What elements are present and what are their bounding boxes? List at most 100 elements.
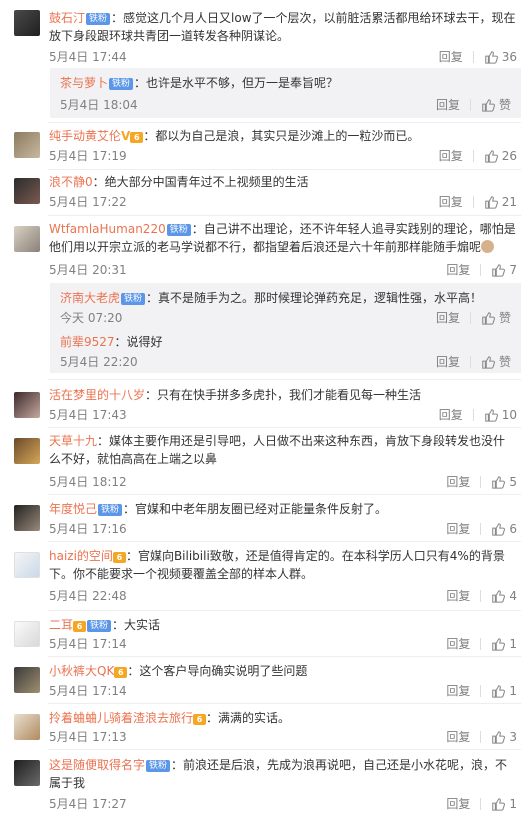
comment-text: ：这个客户导向确实说明了些问题 bbox=[127, 664, 308, 678]
fan-badge: 铁粉 bbox=[87, 620, 112, 632]
divider bbox=[480, 797, 482, 810]
vip-icon: 6 bbox=[193, 714, 207, 725]
avatar[interactable] bbox=[14, 621, 40, 647]
comment-author[interactable]: 鼓石汀 bbox=[49, 11, 85, 25]
comment-author[interactable]: 拎着蛐蛐儿骑着渣浪去旅行 bbox=[49, 711, 193, 725]
thumb-up-icon bbox=[482, 311, 495, 325]
comment-time: 5月4日 17:14 bbox=[49, 637, 127, 651]
like-button[interactable]: 10 bbox=[484, 408, 517, 422]
reply-box: 茶与萝卜 铁粉 ：也许是水平不够，但万一是奉旨呢？ 5月4日 18:04 回复 赞 bbox=[50, 68, 521, 118]
thumb-up-icon bbox=[492, 589, 506, 603]
divider bbox=[48, 122, 521, 123]
thumb-up-icon bbox=[492, 797, 506, 811]
vip-icon: 6 bbox=[73, 621, 87, 632]
like-button[interactable]: 1 bbox=[491, 797, 517, 811]
divider bbox=[472, 50, 474, 63]
comment-author[interactable]: 小秋裤大QK bbox=[49, 664, 114, 678]
comment-time: 5月4日 17:22 bbox=[49, 195, 127, 209]
fan-badge: 铁粉 bbox=[121, 293, 146, 305]
reply-author[interactable]: 茶与萝卜 bbox=[60, 76, 108, 90]
avatar[interactable] bbox=[14, 226, 40, 252]
thumb-up-icon bbox=[484, 408, 498, 422]
reply-button[interactable]: 回复 bbox=[446, 728, 470, 745]
emoji-icon bbox=[481, 240, 495, 253]
thumb-up-icon bbox=[484, 149, 498, 163]
thumb-up-icon bbox=[482, 98, 495, 112]
like-button[interactable]: 26 bbox=[484, 149, 517, 163]
like-count: 7 bbox=[509, 262, 517, 277]
comment-time: 5月4日 17:19 bbox=[49, 149, 127, 163]
like-count: 1 bbox=[509, 796, 517, 811]
reply-button[interactable]: 回复 bbox=[439, 147, 463, 164]
reply-author[interactable]: 前辈9527 bbox=[60, 335, 115, 349]
like-button[interactable]: 赞 bbox=[481, 96, 511, 113]
divider bbox=[472, 195, 474, 208]
like-count: 1 bbox=[509, 683, 517, 698]
reply-button[interactable]: 回复 bbox=[439, 406, 463, 423]
avatar[interactable] bbox=[14, 178, 40, 204]
vip-icon: 6 bbox=[130, 132, 144, 143]
like-button[interactable]: 36 bbox=[484, 50, 517, 64]
like-button[interactable]: 7 bbox=[491, 263, 517, 277]
reply-button[interactable]: 回复 bbox=[446, 473, 470, 490]
like-button[interactable]: 1 bbox=[491, 684, 517, 698]
reply-button[interactable]: 回复 bbox=[439, 193, 463, 210]
like-button[interactable]: 3 bbox=[491, 730, 517, 744]
fan-badge: 铁粉 bbox=[98, 504, 123, 516]
comment-author[interactable]: 浪不静0 bbox=[49, 175, 93, 189]
comment-text: ：感觉这几个月人日又low了一个层次，以前脏活累活都甩给环球去干，现在放下身段跟… bbox=[49, 11, 516, 43]
comment-author[interactable]: WtfamlaHuman220 bbox=[49, 222, 166, 236]
avatar[interactable] bbox=[14, 132, 40, 158]
avatar[interactable] bbox=[14, 667, 40, 693]
comment-item: 浪不静0：绝大部分中国青年过不上视频里的生活 5月4日 17:22 回复 21 bbox=[0, 170, 529, 214]
comment-author[interactable]: 活在梦里的十八岁 bbox=[49, 388, 145, 402]
comment-author[interactable]: 这是随便取得名字 bbox=[49, 758, 145, 772]
reply-button[interactable]: 回复 bbox=[436, 309, 460, 326]
comment-author[interactable]: 年度悦己 bbox=[49, 502, 97, 516]
like-button[interactable]: 赞 bbox=[481, 353, 511, 370]
reply-button[interactable]: 回复 bbox=[446, 261, 470, 278]
avatar[interactable] bbox=[14, 714, 40, 740]
like-button[interactable]: 6 bbox=[491, 522, 517, 536]
like-button[interactable]: 赞 bbox=[481, 309, 511, 326]
reply-text: ：真不是随手为之。那时候理论弹药充足，逻辑性强，水平高！ bbox=[146, 291, 483, 305]
like-button[interactable]: 5 bbox=[491, 475, 517, 489]
fan-badge: 铁粉 bbox=[109, 78, 134, 90]
comment-author[interactable]: 天草十九 bbox=[49, 434, 97, 448]
comment-author[interactable]: haizi的空间 bbox=[49, 549, 113, 563]
like-count: 21 bbox=[501, 194, 517, 209]
like-label: 赞 bbox=[498, 355, 511, 369]
like-label: 赞 bbox=[498, 98, 511, 112]
like-button[interactable]: 1 bbox=[491, 637, 517, 651]
reply-button[interactable]: 回复 bbox=[446, 520, 470, 537]
comment-time: 5月4日 18:12 bbox=[49, 475, 127, 489]
reply-author[interactable]: 济南大老虎 bbox=[60, 291, 120, 305]
avatar[interactable] bbox=[14, 552, 40, 578]
comment-time: 5月4日 17:13 bbox=[49, 730, 127, 744]
like-button[interactable]: 21 bbox=[484, 195, 517, 209]
avatar[interactable] bbox=[14, 10, 40, 36]
comment-text: ：官媒和中老年朋友圈已经对正能量条件反射了。 bbox=[123, 502, 388, 516]
like-button[interactable]: 4 bbox=[491, 589, 517, 603]
comment-text: ：媒体主要作用还是引导吧，人日做不出来这种东西，肯放下身段转发也没什么不好，就怕… bbox=[49, 434, 506, 466]
avatar[interactable] bbox=[14, 438, 40, 464]
avatar[interactable] bbox=[14, 760, 40, 786]
reply-button[interactable]: 回复 bbox=[439, 48, 463, 65]
comment-item: haizi的空间 6 ：官媒向Bilibili致敬，还是值得肯定的。在本科学历人口只… bbox=[0, 542, 529, 610]
comment-time: 5月4日 17:27 bbox=[49, 797, 127, 811]
comment-time: 5月4日 20:31 bbox=[49, 263, 127, 277]
comment-author[interactable]: 二耳 bbox=[49, 618, 73, 632]
reply-button[interactable]: 回复 bbox=[446, 635, 470, 652]
reply-button[interactable]: 回复 bbox=[436, 353, 460, 370]
reply-button[interactable]: 回复 bbox=[436, 96, 460, 113]
comment-text: ：只有在快手拼多多虎扑，我们才能看见每一种生活 bbox=[145, 388, 422, 402]
comment-item: 天草十九：媒体主要作用还是引导吧，人日做不出来这种东西，肯放下身段转发也没什么不… bbox=[0, 428, 529, 494]
thumb-up-icon bbox=[492, 684, 506, 698]
comment-author[interactable]: 纯手动黄艾伦 bbox=[49, 129, 121, 143]
reply-text: ：也许是水平不够，但万一是奉旨呢？ bbox=[134, 76, 339, 90]
reply-button[interactable]: 回复 bbox=[446, 587, 470, 604]
reply-button[interactable]: 回复 bbox=[446, 682, 470, 699]
reply-button[interactable]: 回复 bbox=[446, 795, 470, 812]
avatar[interactable] bbox=[14, 505, 40, 531]
avatar[interactable] bbox=[14, 392, 40, 418]
